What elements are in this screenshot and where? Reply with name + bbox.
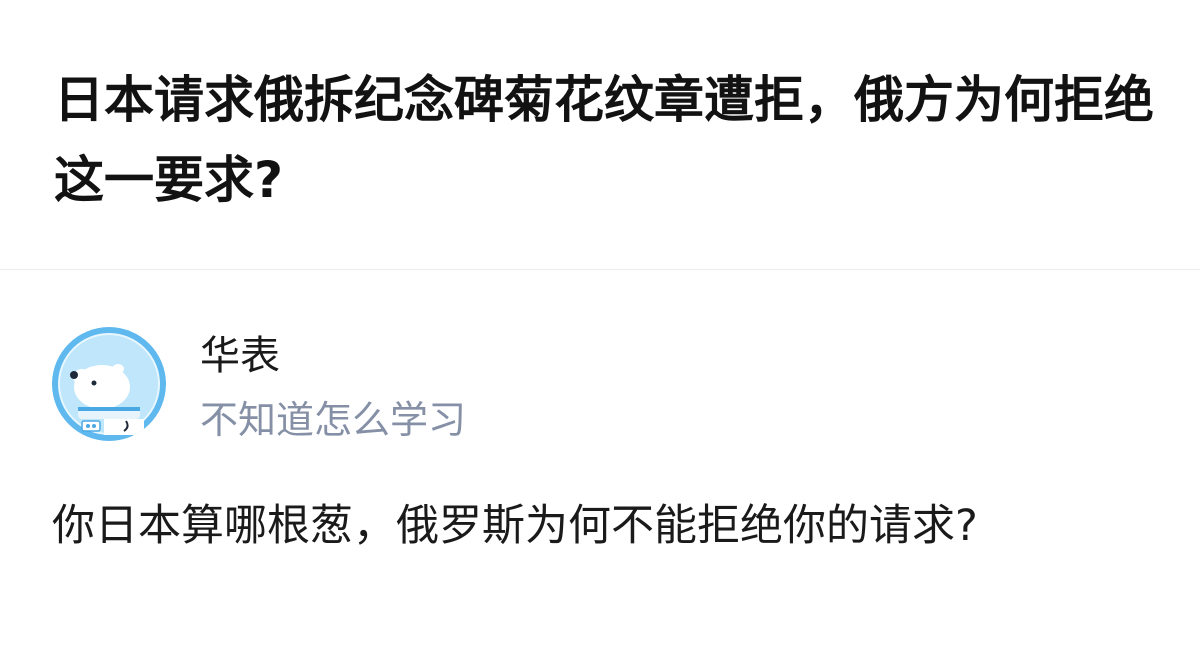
polar-bear-astronaut-avatar-icon	[52, 327, 166, 441]
question-title[interactable]: 日本请求俄拆纪念碑菊花纹章遭拒，俄方为何拒绝这一要求?	[54, 60, 1164, 220]
answer-content: 你日本算哪根葱，俄罗斯为何不能拒绝你的请求?	[52, 501, 978, 551]
divider	[0, 269, 1200, 270]
author-name[interactable]: 华表	[200, 332, 280, 380]
author-avatar[interactable]	[52, 327, 166, 441]
author-bio: 不知道怎么学习	[200, 398, 467, 442]
